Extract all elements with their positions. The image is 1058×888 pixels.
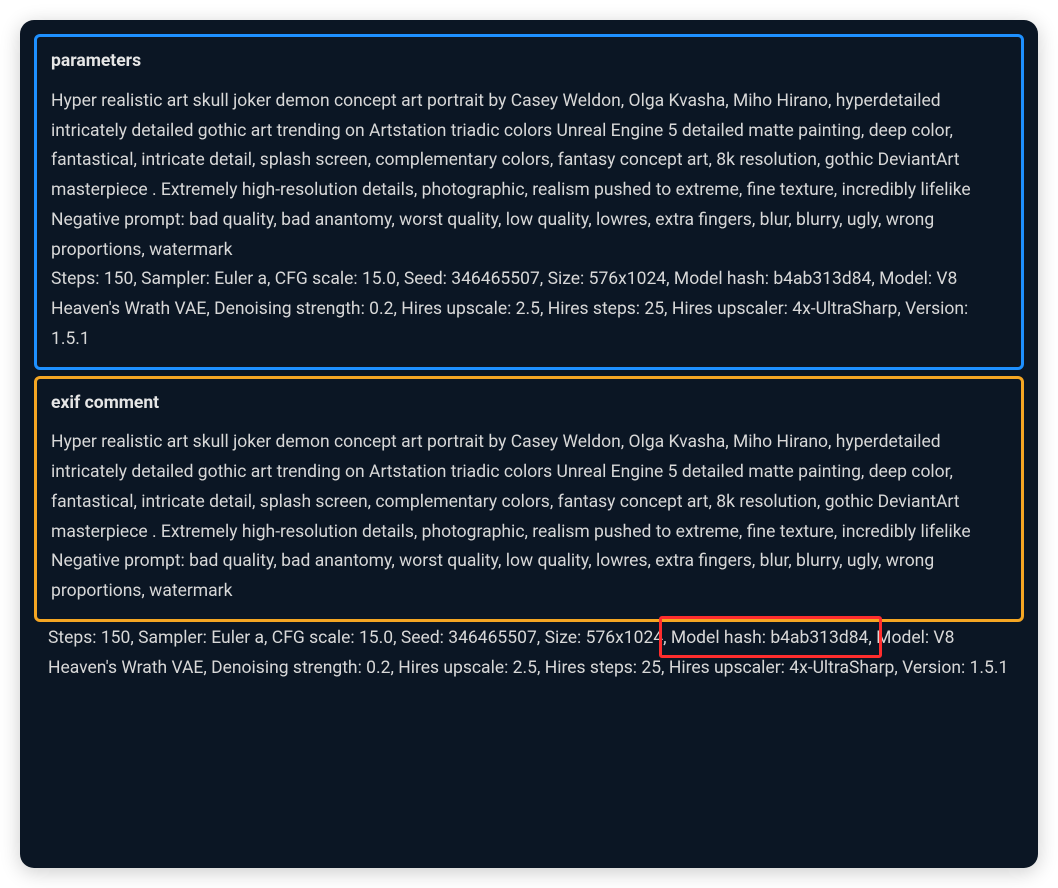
parameters-heading: parameters — [51, 47, 1007, 77]
exif-body: Hyper realistic art skull joker demon co… — [51, 428, 1007, 607]
parameters-body: Hyper realistic art skull joker demon co… — [51, 87, 1007, 355]
parameters-negative-prompt: Negative prompt: bad quality, bad ananto… — [51, 206, 1007, 266]
parameters-prompt: Hyper realistic art skull joker demon co… — [51, 87, 1007, 206]
exif-negative-prompt: Negative prompt: bad quality, bad ananto… — [51, 547, 1007, 607]
parameters-box: parameters Hyper realistic art skull jok… — [34, 34, 1024, 370]
exif-prompt: Hyper realistic art skull joker demon co… — [51, 428, 1007, 547]
outer-canvas: parameters Hyper realistic art skull jok… — [0, 0, 1058, 888]
exif-box: exif comment Hyper realistic art skull j… — [34, 376, 1024, 622]
metadata-panel: parameters Hyper realistic art skull jok… — [20, 20, 1038, 868]
exif-heading: exif comment — [51, 389, 1007, 419]
parameters-settings: Steps: 150, Sampler: Euler a, CFG scale:… — [51, 265, 1007, 354]
trailing-settings: Steps: 150, Sampler: Euler a, CFG scale:… — [34, 616, 1024, 696]
trailing-settings-text: Steps: 150, Sampler: Euler a, CFG scale:… — [48, 624, 1010, 684]
